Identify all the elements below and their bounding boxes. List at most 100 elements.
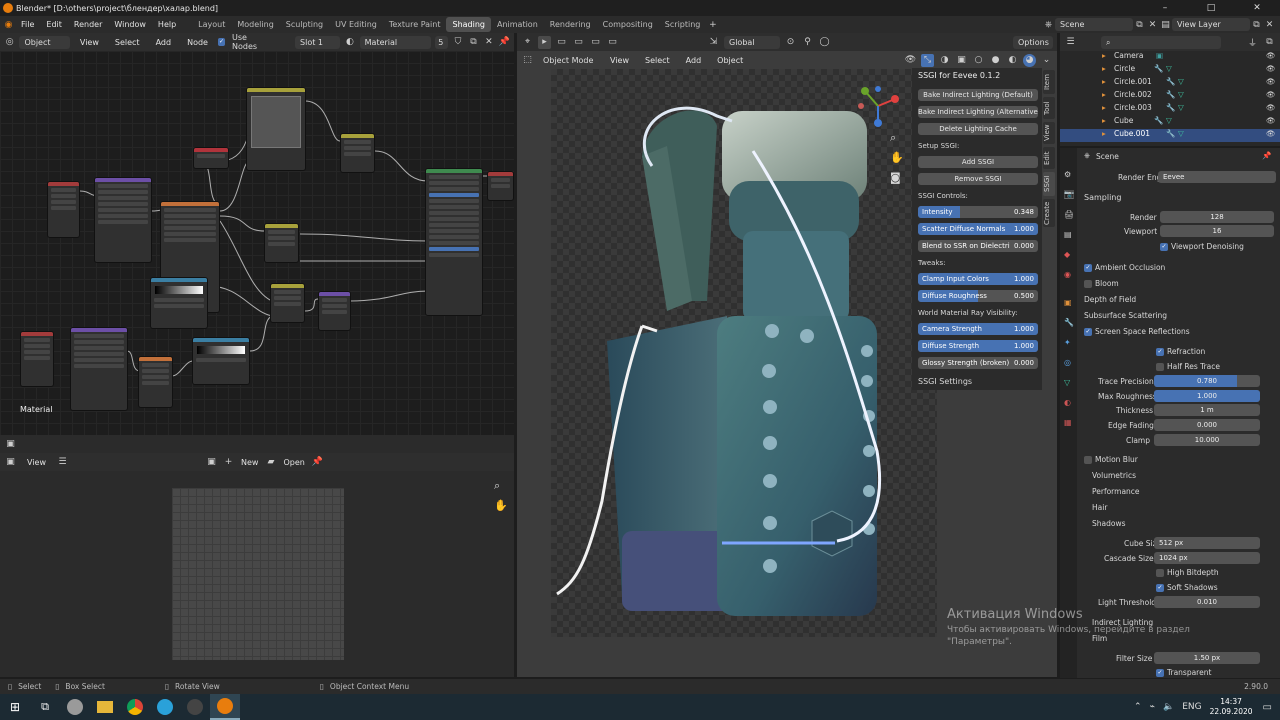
image-editor-type-icon[interactable]: ▣ [4,438,17,451]
glossy-strength-slider[interactable]: Glossy Strength (broken) 0.000 [918,357,1038,369]
tab-ssgi[interactable]: SSGI [1043,172,1055,196]
outliner-row-cube-001[interactable]: ▸ Cube.001 🔧 ▽ 👁 [1060,129,1280,142]
max-roughness-slider[interactable]: 1.000 [1154,390,1260,402]
node-mix-rgb-middle[interactable] [264,223,299,263]
viewport-samples-field[interactable]: 16 [1160,225,1274,237]
pin-icon[interactable]: 📌 [311,456,324,469]
language-indicator[interactable]: ENG [1182,702,1201,712]
unlink-material-icon[interactable]: ✕ [483,36,494,49]
clamp-field[interactable]: 10.000 [1154,434,1260,446]
node-menu-add[interactable]: Add [150,38,178,47]
scene-tab-icon[interactable]: ◆ [1064,250,1070,259]
new-scene-icon[interactable]: ⧉ [1133,18,1146,31]
tab-edit[interactable]: Edit [1043,147,1055,169]
object-tab-icon[interactable]: ▣ [1064,298,1072,307]
telegram-icon[interactable] [150,694,180,720]
intensity-slider[interactable]: Intensity 0.348 [918,206,1038,218]
refraction-checkbox[interactable]: ✓ Refraction [1156,347,1205,356]
node-texture-coordinate-2[interactable] [20,331,54,387]
maximize-button[interactable]: □ [1188,0,1234,16]
duplicate-material-icon[interactable]: ⧉ [468,36,479,49]
node-value[interactable] [193,147,229,169]
viewport-editor-type-icon[interactable]: ⌖ [521,36,534,49]
select-invert-icon[interactable]: ▭ [606,36,619,49]
app-pinned-2-icon[interactable] [180,694,210,720]
node-noise-texture[interactable] [138,356,173,408]
filter-icon[interactable]: ⏚ [1246,36,1259,49]
node-mapping[interactable] [94,177,152,263]
shadows-panel[interactable]: Shadows [1092,519,1126,528]
ssgi-panel-title[interactable]: SSGI for Eevee 0.1.2 [918,71,1000,80]
snap-icon[interactable]: ⚲ [801,36,814,49]
fake-user-shield-icon[interactable]: ⛉ [452,36,463,49]
node-mix-rgb-lower[interactable] [270,283,305,323]
tab-item[interactable]: Item [1043,70,1055,94]
new-view-layer-icon[interactable]: ⧉ [1250,18,1263,31]
outliner-row-circle-003[interactable]: ▸ Circle.003 🔧 ▽ 👁 [1060,103,1280,116]
tab-sculpting[interactable]: Sculpting [280,17,329,32]
menu-edit[interactable]: Edit [40,20,68,29]
material-name-field[interactable]: Material [359,35,432,49]
outliner-row-circle-001[interactable]: ▸ Circle.001 🔧 ▽ 👁 [1060,77,1280,90]
bloom-panel[interactable]: Bloom [1084,279,1119,288]
open-image-button[interactable]: Open [281,458,306,467]
diffuse-roughness-slider[interactable]: Diffuse Roughness 0.500 [918,290,1038,302]
tab-compositing[interactable]: Compositing [597,17,659,32]
ambient-occlusion-panel[interactable]: ✓ Ambient Occlusion [1084,263,1165,272]
node-menu-select[interactable]: Select [109,38,146,47]
filter-size-field[interactable]: 1.50 px [1154,652,1260,664]
viewport-denoising-checkbox[interactable]: ✓ Viewport Denoising [1160,242,1244,251]
delete-scene-icon[interactable]: ✕ [1146,18,1159,31]
select-extend-icon[interactable]: ▭ [572,36,585,49]
bake-default-button[interactable]: Bake Indirect Lighting (Default) [918,89,1038,101]
tab-scripting[interactable]: Scripting [659,17,707,32]
soft-shadows-checkbox[interactable]: ✓ Soft Shadows [1156,583,1218,592]
node-color-ramp-2[interactable] [192,337,250,385]
tool-tab-icon[interactable]: ⚙ [1064,170,1071,179]
tray-chevron-icon[interactable]: ⌃ [1134,702,1142,712]
tab-uv-editing[interactable]: UV Editing [329,17,383,32]
orientation-dropdown[interactable]: Global [724,35,780,49]
tab-texture-paint[interactable]: Texture Paint [383,17,447,32]
node-texture-coordinate[interactable] [47,181,80,238]
view-layer-tab-icon[interactable]: ▤ [1064,230,1072,239]
world-tab-icon[interactable]: ◉ [1064,270,1071,279]
render-tab-icon[interactable]: 📷 [1064,190,1074,199]
menu-window[interactable]: Window [108,20,152,29]
node-rgb-curves[interactable] [246,87,306,171]
material-sphere-icon[interactable]: ◐ [344,36,355,49]
node-color-ramp[interactable] [150,277,208,329]
menu-file[interactable]: File [15,20,40,29]
file-explorer-icon[interactable] [90,694,120,720]
blender-menu-icon[interactable]: ◉ [2,18,15,31]
image-menu-view[interactable]: View [21,458,52,467]
zoom-icon[interactable]: ⌕ [494,479,500,493]
task-view-icon[interactable]: ⧉ [30,694,60,720]
material-tab-icon[interactable]: ◐ [1064,398,1071,407]
new-image-button[interactable]: New [239,458,260,467]
blender-taskbar-icon[interactable] [210,694,240,720]
close-button[interactable]: ✕ [1234,0,1280,16]
node-material-output[interactable] [487,171,514,201]
delete-view-layer-icon[interactable]: ✕ [1263,18,1276,31]
outliner-row-circle-002[interactable]: ▸ Circle.002 🔧 ▽ 👁 [1060,90,1280,103]
outliner-row-circle[interactable]: ▸ Circle 🔧 ▽ 👁 [1060,64,1280,77]
pan-hand-icon[interactable]: ✋ [494,499,508,512]
scatter-diffuse-normals-slider[interactable]: Scatter Diffuse Normals 1.000 [918,223,1038,235]
diffuse-strength-slider[interactable]: Diffuse Strength 1.000 [918,340,1038,352]
object-dropdown[interactable]: Object [19,35,70,49]
tab-modeling[interactable]: Modeling [231,17,279,32]
cascade-size-dropdown[interactable]: 1024 px [1154,552,1260,564]
select-tool-icon[interactable]: ▸ [538,35,551,49]
render-samples-field[interactable]: 128 [1160,211,1274,223]
outliner-row-cube[interactable]: ▸ Cube 🔧 ▽ 👁 [1060,116,1280,129]
transparent-checkbox[interactable]: ✓ Transparent [1156,668,1211,677]
pan-view-icon[interactable]: ✋ [890,151,904,164]
menu-lines-icon[interactable]: ☰ [56,456,69,469]
thickness-field[interactable]: 1 m [1154,404,1260,416]
options-dropdown[interactable]: Options [1013,35,1053,49]
render-engine-dropdown[interactable]: Eevee [1158,171,1276,183]
scene-selector[interactable]: Scene [1055,18,1133,31]
view-layer-selector[interactable]: View Layer [1172,18,1250,31]
notifications-icon[interactable]: ▭ [1263,702,1272,713]
